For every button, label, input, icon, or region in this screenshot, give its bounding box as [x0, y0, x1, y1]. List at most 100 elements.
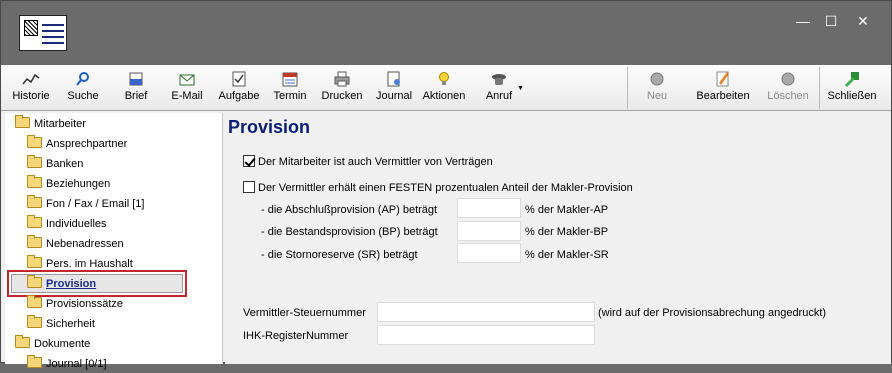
- vermittler-checkbox-label: Der Mitarbeiter ist auch Vermittler von …: [258, 156, 493, 168]
- neu-button[interactable]: Neu: [639, 67, 675, 109]
- sr-unit: % der Makler-SR: [525, 249, 609, 261]
- aufgabe-label: Aufgabe: [218, 90, 260, 102]
- toolbar-separator: [627, 67, 628, 109]
- ihk-register-label: IHK-RegisterNummer: [243, 330, 349, 342]
- aktionen-button[interactable]: Aktionen: [421, 67, 467, 109]
- provision-panel: Provision Der Mitarbeiter ist auch Vermi…: [225, 113, 891, 364]
- page-title: Provision: [228, 117, 311, 137]
- tree-item-ansprechpartner[interactable]: Ansprechpartner: [27, 135, 127, 153]
- delete-record-icon: [781, 72, 795, 86]
- loeschen-label: Löschen: [767, 90, 809, 102]
- schliessen-button[interactable]: Schließen: [825, 67, 879, 109]
- steuernummer-label: Vermittler-Steuernummer: [243, 307, 366, 319]
- fester-anteil-checkbox-label: Der Vermittler erhält einen FESTEN proze…: [258, 182, 633, 194]
- folder-icon: [27, 295, 42, 308]
- new-record-icon: [650, 72, 664, 86]
- printer-icon: [334, 71, 350, 87]
- close-arrow-icon: [845, 72, 859, 87]
- journal-button[interactable]: Journal: [373, 67, 415, 109]
- lightbulb-icon: [439, 72, 449, 85]
- chart-line-icon: [22, 73, 40, 85]
- calendar-icon: [282, 72, 298, 87]
- toolbar: Historie Suche Brief E-Mail Aufgabe Term…: [1, 65, 891, 111]
- title-bar: — ☐ ✕: [1, 1, 891, 65]
- app-window: — ☐ ✕ Historie Suche Brief E-Mail Aufgab…: [0, 0, 892, 370]
- app-logo-icon: [19, 15, 67, 51]
- tree-item-sicherheit[interactable]: Sicherheit: [27, 315, 95, 333]
- folder-icon: [27, 135, 42, 148]
- tree-item-pers-im-haushalt[interactable]: Pers. im Haushalt: [27, 255, 133, 273]
- loeschen-button[interactable]: Löschen: [763, 67, 813, 109]
- anruf-button[interactable]: Anruf ▼: [475, 67, 524, 109]
- email-label: E-Mail: [171, 90, 203, 102]
- close-window-button[interactable]: ✕: [853, 13, 873, 29]
- folder-icon: [27, 255, 42, 268]
- bp-percent-input[interactable]: [457, 221, 521, 241]
- historie-button[interactable]: Historie: [9, 67, 53, 109]
- sr-label: - die Stornoreserve (SR) beträgt: [261, 249, 418, 261]
- drucken-button[interactable]: Drucken: [319, 67, 365, 109]
- ap-label: - die Abschlußprovision (AP) beträgt: [261, 204, 438, 216]
- aufgabe-button[interactable]: Aufgabe: [215, 67, 263, 109]
- phone-icon: [492, 74, 506, 85]
- tree-item-provisionssaetze[interactable]: Provisionssätze: [27, 295, 123, 313]
- folder-icon: [27, 235, 42, 248]
- schliessen-label: Schließen: [827, 90, 877, 102]
- bearbeiten-button[interactable]: Bearbeiten: [691, 67, 755, 109]
- suche-label: Suche: [67, 90, 99, 102]
- suche-button[interactable]: Suche: [63, 67, 103, 109]
- bp-label: - die Bestandsprovision (BP) beträgt: [261, 226, 438, 238]
- tree-item-journal[interactable]: Journal [0/1]: [27, 355, 107, 373]
- minimize-button[interactable]: —: [793, 13, 813, 29]
- email-button[interactable]: E-Mail: [167, 67, 207, 109]
- task-check-icon: [232, 71, 246, 87]
- ap-unit: % der Makler-AP: [525, 204, 609, 216]
- tree-item-dokumente[interactable]: Dokumente: [15, 335, 90, 353]
- folder-icon: [15, 115, 30, 128]
- drucken-label: Drucken: [321, 90, 363, 102]
- sr-percent-input[interactable]: [457, 243, 521, 263]
- magnifier-icon: [76, 72, 89, 86]
- bearbeiten-label: Bearbeiten: [696, 90, 750, 102]
- bp-unit: % der Makler-BP: [525, 226, 609, 238]
- pencil-edit-icon: [716, 71, 730, 87]
- ihk-register-input[interactable]: [377, 325, 595, 345]
- termin-button[interactable]: Termin: [269, 67, 311, 109]
- brief-label: Brief: [124, 90, 148, 102]
- tree-item-beziehungen[interactable]: Beziehungen: [27, 175, 110, 193]
- tree-item-mitarbeiter[interactable]: Mitarbeiter: [15, 115, 86, 133]
- folder-icon: [27, 155, 42, 168]
- folder-icon: [27, 215, 42, 228]
- folder-icon: [27, 195, 42, 208]
- tree-item-provision[interactable]: Provision: [27, 275, 96, 293]
- fester-anteil-checkbox-row[interactable]: Der Vermittler erhält einen FESTEN proze…: [243, 181, 633, 194]
- folder-icon: [27, 315, 42, 328]
- tree-item-banken[interactable]: Banken: [27, 155, 83, 173]
- maximize-button[interactable]: ☐: [821, 13, 841, 29]
- termin-label: Termin: [273, 90, 307, 102]
- steuernummer-input[interactable]: [377, 302, 595, 322]
- vermittler-checkbox-row[interactable]: Der Mitarbeiter ist auch Vermittler von …: [243, 155, 493, 168]
- brief-button[interactable]: Brief: [117, 67, 155, 109]
- tree-item-individuelles[interactable]: Individuelles: [27, 215, 107, 233]
- navigation-tree: Mitarbeiter Ansprechpartner Banken Bezie…: [5, 113, 223, 370]
- aktionen-label: Aktionen: [422, 90, 466, 102]
- folder-icon: [27, 175, 42, 188]
- folder-icon: [15, 335, 30, 348]
- anruf-label: Anruf: [485, 90, 513, 102]
- letter-icon: [129, 72, 143, 86]
- ap-percent-input[interactable]: [457, 198, 521, 218]
- neu-label: Neu: [646, 90, 668, 102]
- tree-item-fon-fax-email[interactable]: Fon / Fax / Email [1]: [27, 195, 144, 213]
- folder-icon: [27, 275, 42, 288]
- steuernummer-hint: (wird auf der Provisionsabrechung angedr…: [598, 307, 827, 319]
- tree-item-nebenadressen[interactable]: Nebenadressen: [27, 235, 124, 253]
- vermittler-checkbox[interactable]: [243, 155, 255, 167]
- journal-icon: [387, 71, 400, 87]
- dropdown-arrow-icon[interactable]: ▼: [517, 85, 524, 92]
- toolbar-separator: [819, 67, 820, 109]
- journal-label: Journal: [375, 90, 413, 102]
- envelope-icon: [179, 74, 195, 86]
- fester-anteil-checkbox[interactable]: [243, 181, 255, 193]
- historie-label: Historie: [12, 90, 50, 102]
